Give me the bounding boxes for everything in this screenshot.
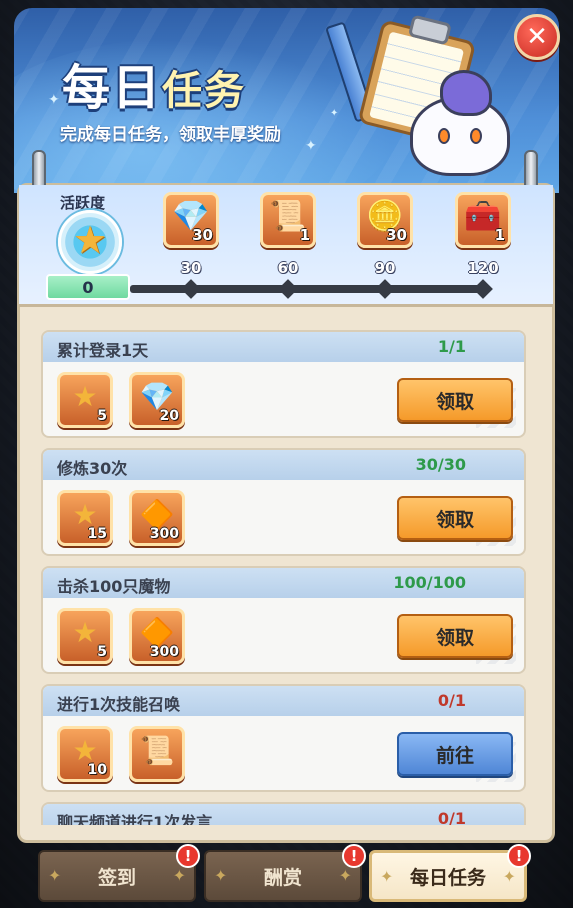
task-list[interactable]: 累计登录1天 1/1 ★ 5 💎 20 领取 修炼30次 30/30 ★ 15 … (33, 320, 540, 825)
task-row: 修炼30次 30/30 ★ 15 🔶 300 领取 (41, 448, 526, 556)
tab-sign-in[interactable]: ✦ 签到 ✦ (38, 850, 196, 902)
task-title: 累计登录1天 (57, 341, 149, 360)
milestone-threshold: 30 (180, 259, 202, 277)
task-progress: 0/1 (437, 809, 466, 825)
reward-qty: 5 (97, 408, 107, 424)
activity-medal: ★ (50, 210, 130, 274)
sparkle-icon: ✦ (338, 866, 352, 885)
title-accent: 任务 (162, 68, 247, 114)
sparkle-icon: ✦ (330, 108, 339, 119)
activity-star-icon: ★ (72, 218, 108, 262)
reward-qty: 20 (159, 408, 179, 424)
milestone-qty: 30 (386, 226, 407, 244)
tab-daily-tasks[interactable]: ✦ 每日任务 ✦ (369, 850, 527, 902)
tab-rewards[interactable]: ✦ 酬赏 ✦ (204, 850, 362, 902)
task-title: 聊天频道进行1次发言 (57, 813, 213, 825)
reward-item[interactable]: 🔶 300 (129, 608, 185, 664)
reward-item[interactable]: ★ 5 (57, 608, 113, 664)
sparkle-icon: ✦ (214, 866, 228, 885)
milestone-qty: 1 (299, 226, 310, 244)
sparkle-icon: ✦ (380, 867, 394, 886)
milestone-reward-60[interactable]: 📜 1 (260, 192, 316, 248)
task-progress: 100/100 (393, 573, 466, 592)
tab-label: 每日任务 (409, 866, 486, 889)
go-button[interactable]: 前往 (397, 732, 513, 776)
reward-qty: 5 (97, 644, 107, 660)
task-row: 进行1次技能召唤 0/1 ★ 10 📜 前往 (41, 684, 526, 792)
task-title: 修炼30次 (57, 459, 128, 478)
milestone-threshold: 120 (467, 259, 499, 277)
task-progress: 0/1 (437, 691, 466, 710)
task-row: 击杀100只魔物 100/100 ★ 5 🔶 300 领取 (41, 566, 526, 674)
milestone-qty: 1 (494, 226, 505, 244)
scroll-icon: 📜 (139, 734, 175, 767)
sparkle-icon: ✦ (305, 138, 317, 154)
sparkle-icon: ✦ (48, 866, 62, 885)
claim-button[interactable]: 领取 (397, 614, 513, 658)
milestone-reward-120[interactable]: 🧰 1 (455, 192, 511, 248)
page-subtitle: 完成每日任务，领取丰厚奖励 (60, 125, 281, 145)
milestone-threshold: 90 (374, 259, 396, 277)
task-title: 击杀100只魔物 (57, 577, 171, 596)
task-progress: 30/30 (415, 455, 466, 474)
milestone-qty: 30 (192, 226, 213, 244)
sparkle-icon: ✦ (502, 867, 516, 886)
task-progress: 1/1 (437, 337, 466, 356)
reward-item[interactable]: ★ 5 (57, 372, 113, 428)
claim-button[interactable]: 领取 (397, 496, 513, 540)
reward-qty: 300 (149, 526, 179, 542)
tab-label: 酬赏 (263, 866, 302, 889)
close-button[interactable]: ✕ (514, 14, 560, 60)
notification-badge: ! (507, 844, 531, 868)
reward-qty: 10 (87, 762, 107, 778)
task-row: 聊天频道进行1次发言 0/1 (41, 802, 526, 825)
reward-item[interactable]: 📜 (129, 726, 185, 782)
notification-badge: ! (342, 844, 366, 868)
reward-item[interactable]: ★ 15 (57, 490, 113, 546)
sparkle-icon: ✦ (48, 92, 60, 108)
reward-qty: 300 (149, 644, 179, 660)
tab-label: 签到 (97, 866, 136, 889)
notification-badge: ! (176, 844, 200, 868)
task-row: 累计登录1天 1/1 ★ 5 💎 20 领取 (41, 330, 526, 438)
ghost-mascot-icon (400, 70, 520, 180)
activity-score: 0 (46, 274, 130, 300)
sparkle-icon: ✦ (172, 866, 186, 885)
milestone-reward-30[interactable]: 💎 30 (163, 192, 219, 248)
title-main: 每日 (62, 60, 163, 116)
reward-item[interactable]: ★ 10 (57, 726, 113, 782)
task-title: 进行1次技能召唤 (57, 695, 181, 714)
reward-item[interactable]: 🔶 300 (129, 490, 185, 546)
milestone-threshold: 60 (277, 259, 299, 277)
reward-item[interactable]: 💎 20 (129, 372, 185, 428)
claim-button[interactable]: 领取 (397, 378, 513, 422)
reward-qty: 15 (87, 526, 107, 542)
close-icon: ✕ (526, 22, 548, 52)
page-title: 每日任务 (62, 48, 246, 118)
milestone-reward-90[interactable]: 🪙 30 (357, 192, 413, 248)
